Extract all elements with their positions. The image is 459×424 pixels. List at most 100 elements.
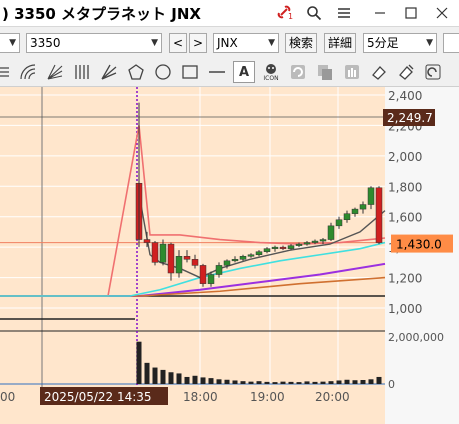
volume-bar bbox=[200, 377, 206, 384]
volume-bar bbox=[184, 376, 190, 384]
x-tick-label: 20:00 bbox=[315, 390, 350, 404]
volume-bar bbox=[168, 372, 174, 384]
interval-select[interactable]: 5分足 ▼ bbox=[363, 33, 437, 53]
price-chart[interactable]: 1,0001,2001,4001,6001,8002,0002,2002,400… bbox=[0, 87, 459, 424]
candle bbox=[175, 256, 183, 274]
volume-tick-label: 2,000,000 bbox=[388, 331, 444, 344]
candle bbox=[359, 204, 367, 210]
x-tick-label: 19:00 bbox=[250, 390, 285, 404]
fan-icon[interactable] bbox=[44, 61, 66, 83]
title-bar: ) 3350 メタプラネット JNX 1 bbox=[0, 0, 459, 27]
volume-bar bbox=[176, 373, 182, 384]
candle bbox=[167, 243, 175, 274]
volume-bar bbox=[256, 381, 262, 384]
extra-select[interactable] bbox=[443, 33, 459, 53]
volume-zero-label: 0 bbox=[388, 378, 395, 391]
y-tick-label: 2,400 bbox=[388, 89, 422, 103]
close-icon[interactable] bbox=[428, 0, 456, 26]
candle bbox=[191, 259, 199, 266]
candle bbox=[143, 239, 151, 243]
candle bbox=[247, 254, 255, 257]
rectangle-icon[interactable] bbox=[179, 61, 201, 83]
drawing-toolbar: A ICON bbox=[0, 58, 459, 87]
eraser-icon[interactable] bbox=[368, 61, 390, 83]
arc-icon[interactable] bbox=[17, 61, 39, 83]
candle bbox=[223, 260, 231, 266]
horizontal-line-icon[interactable] bbox=[206, 61, 228, 83]
y-tick-label: 1,000 bbox=[388, 302, 422, 316]
hover-price-label: 2,249.7 bbox=[387, 111, 433, 125]
menu-lines-icon[interactable] bbox=[330, 0, 358, 26]
candle bbox=[287, 245, 295, 249]
link-badge: 1 bbox=[288, 12, 294, 21]
x-tick-label: 18:00 bbox=[183, 390, 218, 404]
candle bbox=[311, 240, 319, 243]
detail-button[interactable]: 詳細 bbox=[324, 33, 356, 53]
volume-bar bbox=[264, 381, 270, 384]
volume-bar bbox=[232, 380, 238, 384]
x-tick-label: 00 bbox=[0, 390, 15, 404]
volume-bar bbox=[328, 381, 334, 384]
volume-bar bbox=[288, 381, 294, 384]
volume-bar bbox=[248, 381, 254, 384]
window-title: ) 3350 メタプラネット JNX bbox=[2, 5, 201, 23]
hand-icon[interactable] bbox=[341, 61, 363, 83]
prev-button[interactable]: < bbox=[169, 33, 187, 53]
pentagon-icon[interactable] bbox=[125, 61, 147, 83]
candle bbox=[319, 239, 327, 242]
candle bbox=[271, 246, 279, 249]
volume-bar bbox=[312, 381, 318, 384]
ray-fan-icon[interactable] bbox=[98, 61, 120, 83]
volume-bar bbox=[240, 381, 246, 384]
undo-icon[interactable] bbox=[287, 61, 309, 83]
candle bbox=[215, 265, 223, 275]
y-tick-label: 1,600 bbox=[388, 211, 422, 225]
y-tick-label: 1,200 bbox=[388, 272, 422, 286]
candle bbox=[239, 256, 247, 260]
copy-icon[interactable] bbox=[314, 61, 336, 83]
candle bbox=[335, 219, 343, 227]
code-select-value: 3350 bbox=[30, 36, 61, 50]
minimize-icon[interactable] bbox=[366, 0, 394, 26]
maximize-icon[interactable] bbox=[397, 0, 425, 26]
volume-bar bbox=[216, 379, 222, 384]
text-tool-icon[interactable]: A bbox=[233, 61, 255, 83]
volume-bar bbox=[280, 381, 286, 384]
icon-stamp-icon[interactable]: ICON bbox=[260, 61, 282, 83]
candle bbox=[183, 256, 191, 260]
symbol-toolbar: ▼ 3350 ▼ < > JNX ▼ 検索 詳細 5分足 ▼ bbox=[0, 32, 459, 56]
volume-bar bbox=[320, 381, 326, 384]
chevron-down-icon: ▼ bbox=[268, 38, 275, 48]
code-select[interactable]: 3350 ▼ bbox=[26, 33, 162, 53]
candle bbox=[351, 208, 359, 214]
axis-background bbox=[385, 87, 459, 424]
volume-bar bbox=[352, 380, 358, 384]
volume-bar bbox=[360, 380, 366, 384]
candle bbox=[303, 242, 311, 245]
candle bbox=[295, 243, 303, 246]
y-tick-label: 1,800 bbox=[388, 180, 422, 194]
search-button[interactable]: 検索 bbox=[285, 33, 317, 53]
eraser-all-icon[interactable] bbox=[395, 61, 417, 83]
volume-bar bbox=[152, 367, 158, 384]
candle bbox=[279, 246, 287, 249]
current-price-label: 1,430.0 bbox=[396, 238, 442, 252]
volume-bar bbox=[344, 379, 350, 384]
candle bbox=[231, 259, 239, 262]
redo-icon[interactable] bbox=[422, 61, 444, 83]
menu-icon[interactable] bbox=[0, 61, 14, 83]
link-icon[interactable]: 1 bbox=[271, 0, 299, 26]
vertical-lines-icon[interactable] bbox=[71, 61, 93, 83]
candle bbox=[207, 274, 215, 284]
volume-bar bbox=[136, 341, 142, 384]
circle-icon[interactable] bbox=[152, 61, 174, 83]
volume-bar bbox=[368, 379, 374, 384]
search-icon[interactable] bbox=[300, 0, 328, 26]
y-tick-label: 2,000 bbox=[388, 150, 422, 164]
left-select[interactable]: ▼ bbox=[0, 33, 20, 53]
candle bbox=[375, 187, 383, 243]
volume-bar bbox=[144, 362, 150, 384]
market-select[interactable]: JNX ▼ bbox=[213, 33, 279, 53]
next-button[interactable]: > bbox=[189, 33, 207, 53]
volume-bar bbox=[224, 379, 230, 384]
